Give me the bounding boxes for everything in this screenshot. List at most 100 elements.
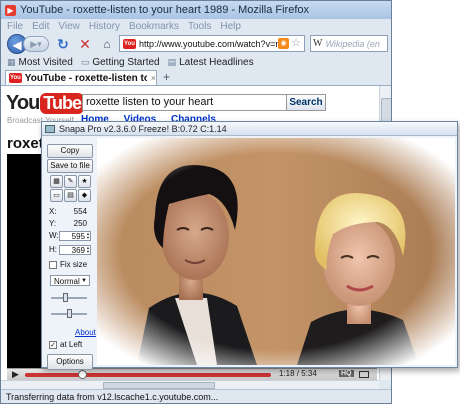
tab-label: YouTube - roxette-listen to your hea... (24, 72, 147, 84)
brightness-slider[interactable] (51, 297, 87, 299)
fix-size-label: Fix size (60, 260, 88, 269)
logo-tube: Tube (40, 92, 84, 114)
progress-track[interactable] (25, 373, 271, 377)
zoom-mode-value: Normal (54, 277, 80, 286)
menu-bookmarks[interactable]: Bookmarks (129, 21, 179, 32)
bookmark-latest-headlines[interactable]: ▤ Latest Headlines (168, 57, 254, 68)
bookmark-label: Latest Headlines (179, 56, 254, 68)
status-bar: Transferring data from v12.lscache1.c.yo… (1, 389, 391, 403)
menu-help[interactable]: Help (220, 21, 241, 32)
hq-button[interactable]: HQ (339, 370, 354, 377)
reload-button[interactable]: ↻ (55, 36, 71, 53)
snapa-window: Snapa Pro v2.3.6.0 Freeze! B:0.72 C:1.14… (41, 121, 458, 370)
stop-button[interactable]: ✕ (77, 36, 93, 53)
rss-feed-icon[interactable]: ◉ (278, 38, 289, 49)
bookmark-label: Most Visited (18, 56, 73, 68)
menu-file[interactable]: File (7, 21, 23, 32)
most-visited-icon: ▦ (7, 56, 16, 67)
tab-favicon-icon: You (9, 73, 22, 83)
y-coordinate: Y: 250 (49, 219, 87, 228)
width-field[interactable]: 595 ▲ ▼ (59, 231, 91, 241)
stop-icon: ✕ (79, 35, 91, 52)
dropdown-arrow-icon: ▼ (81, 278, 87, 284)
menu-view[interactable]: View (58, 21, 80, 32)
horizontal-scrollbar[interactable] (1, 380, 379, 389)
youtube-favicon-icon: ▶ (5, 4, 16, 16)
navigation-toolbar: ◀ ▶▾ ↻ ✕ ⌂ You http://www.youtube.com/wa… (1, 33, 391, 55)
window-title: YouTube - roxette-listen to your heart 1… (20, 4, 309, 16)
web-search-box[interactable]: W Wikipedia (en (310, 35, 388, 52)
bookmark-star-icon[interactable]: ☆ (291, 36, 301, 49)
time-display: 1:18 / 5:34 (279, 369, 317, 378)
fix-size-option[interactable]: Fix size (49, 260, 87, 269)
lock-tool-icon[interactable]: ◆ (78, 189, 91, 202)
about-link[interactable]: About (75, 328, 96, 337)
x-label: X: (49, 207, 57, 216)
bookmark-most-visited[interactable]: ▦ Most Visited (7, 57, 73, 68)
page-icon: ▭ (80, 56, 90, 67)
captured-image[interactable] (97, 138, 455, 365)
new-tab-button[interactable]: + (163, 70, 170, 84)
save-to-file-button[interactable]: Save to file (47, 159, 93, 173)
live-bookmark-icon: ▤ (167, 56, 177, 67)
y-label: Y: (49, 219, 57, 228)
snapa-control-panel: Copy Save to file ▦ ✎ ★ ▭ ▤ ◆ X: 554 Y: … (45, 141, 96, 370)
tab-youtube[interactable]: You YouTube - roxette-listen to your hea… (5, 70, 157, 85)
home-button[interactable]: ⌂ (99, 37, 115, 51)
fullscreen-icon[interactable] (359, 371, 369, 378)
youtube-logo[interactable]: You Tube (6, 89, 84, 117)
site-favicon-icon: You (123, 38, 136, 49)
logo-you: You (6, 91, 40, 114)
forward-arrow-icon: ▶▾ (30, 39, 42, 49)
youtube-search-input[interactable]: roxette listen to your heart (82, 94, 287, 111)
horizontal-scroll-thumb[interactable] (103, 382, 215, 389)
star-tool-icon[interactable]: ★ (78, 175, 91, 188)
height-spinner-icon[interactable]: ▲ ▼ (85, 246, 90, 254)
youtube-search-button[interactable]: Search (286, 94, 326, 111)
edit-tool-icon[interactable]: ✎ (64, 175, 77, 188)
contrast-slider-handle[interactable] (67, 309, 72, 318)
play-icon[interactable]: ▶ (12, 369, 19, 380)
at-left-checkbox[interactable]: ✓ (49, 340, 57, 349)
bookmark-label: Getting Started (92, 56, 160, 68)
brightness-slider-handle[interactable] (63, 293, 68, 302)
width-spinner-icon[interactable]: ▲ ▼ (85, 232, 90, 240)
browser-title-bar: ▶ YouTube - roxette-listen to your heart… (1, 1, 391, 19)
tab-strip: You YouTube - roxette-listen to your hea… (1, 69, 391, 86)
print-tool-icon[interactable]: ▤ (64, 189, 77, 202)
url-bar[interactable]: You http://www.youtube.com/watch?v=npC ◉… (119, 35, 305, 52)
home-icon: ⌂ (103, 37, 111, 51)
x-value: 554 (73, 207, 87, 216)
url-text: http://www.youtube.com/watch?v=npC (139, 38, 279, 49)
y-value: 250 (73, 219, 87, 228)
menu-tools[interactable]: Tools (188, 21, 211, 32)
snapa-app-icon (45, 124, 55, 133)
zoom-mode-select[interactable]: Normal ▼ (50, 275, 90, 286)
x-coordinate: X: 554 (49, 207, 87, 216)
forward-button[interactable]: ▶▾ (23, 36, 49, 52)
at-left-label: at Left (60, 340, 83, 349)
search-placeholder: Wikipedia (en (325, 38, 380, 49)
height-field[interactable]: 369 ▲ ▼ (59, 245, 91, 255)
at-left-option[interactable]: ✓ at Left (49, 340, 82, 349)
fix-size-checkbox[interactable] (49, 260, 57, 269)
snapa-title-bar[interactable]: Snapa Pro v2.3.6.0 Freeze! B:0.72 C:1.14 (42, 122, 457, 136)
tab-close-icon[interactable]: × (151, 73, 156, 83)
bookmarks-toolbar: ▦ Most Visited ▭ Getting Started ▤ Lates… (1, 55, 391, 69)
h-label: H: (49, 245, 57, 254)
menu-edit[interactable]: Edit (32, 21, 49, 32)
width-row: W: (49, 231, 59, 240)
height-row: H: (49, 245, 59, 254)
bookmark-getting-started[interactable]: ▭ Getting Started (81, 57, 160, 68)
capture-tool-icon[interactable]: ▦ (50, 175, 63, 188)
options-button[interactable]: Options (47, 354, 93, 370)
copy-button[interactable]: Copy (47, 144, 93, 158)
w-label: W: (49, 231, 59, 240)
wikipedia-icon: W (313, 38, 323, 49)
w-value: 595 (71, 232, 85, 241)
folder-tool-icon[interactable]: ▭ (50, 189, 63, 202)
reload-icon: ↻ (57, 35, 69, 52)
menu-history[interactable]: History (89, 21, 120, 32)
progress-handle[interactable] (77, 370, 87, 379)
snapa-title: Snapa Pro v2.3.6.0 Freeze! B:0.72 C:1.14 (59, 123, 227, 134)
